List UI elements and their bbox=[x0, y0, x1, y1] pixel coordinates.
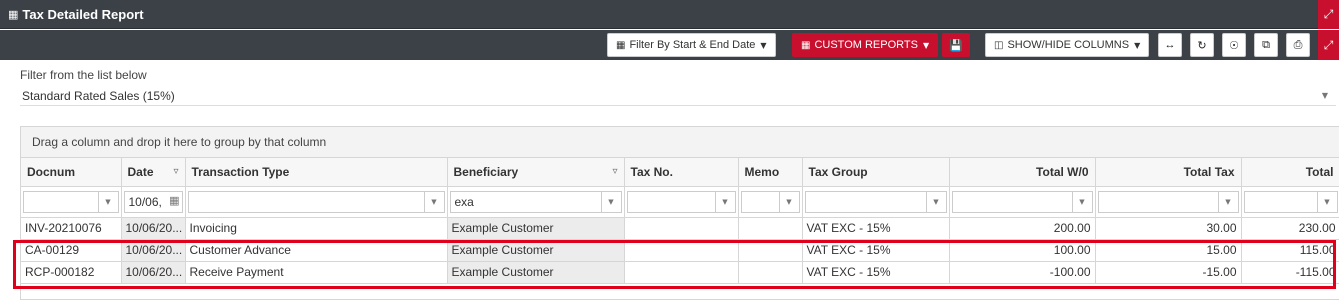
report-toolbar: ▦ Filter By Start & End Date ▼ ▦ CUSTOM … bbox=[0, 30, 1339, 60]
custom-reports-button[interactable]: ▦ CUSTOM REPORTS ▼ bbox=[792, 33, 939, 57]
total-wo-filter[interactable]: ▼ bbox=[951, 190, 1093, 213]
group-panel[interactable]: Drag a column and drop it here to group … bbox=[21, 127, 1339, 158]
column-header-tax-group[interactable]: Tax Group bbox=[802, 158, 950, 187]
column-header-total-wo[interactable]: Total W/0 bbox=[949, 158, 1096, 187]
docnum-filter[interactable]: ▼ bbox=[23, 190, 119, 213]
print-icon: ⎙ bbox=[1293, 38, 1303, 51]
chevron-down-icon: ▼ bbox=[1071, 191, 1092, 212]
filter-label: Filter from the list below bbox=[20, 68, 147, 82]
column-header-beneficiary[interactable]: Beneficiary ▿ bbox=[447, 158, 625, 187]
column-header-transaction-type[interactable]: Transaction Type bbox=[185, 158, 448, 187]
beneficiary-filter-input[interactable]: exa ▼ bbox=[449, 190, 622, 213]
chevron-down-icon: ▼ bbox=[1217, 191, 1238, 212]
show-hide-columns-button[interactable]: ◫ SHOW/HIDE COLUMNS ▼ bbox=[985, 33, 1150, 57]
calendar-icon[interactable]: ▦ bbox=[169, 194, 179, 207]
column-header-tax-no[interactable]: Tax No. bbox=[624, 158, 739, 187]
header-row: Docnum Date ▿ Transaction Type Beneficiar… bbox=[21, 158, 1339, 187]
table-row[interactable]: INV-20210076 10/06/20... Invoicing Examp… bbox=[21, 217, 1339, 240]
table-row[interactable]: RCP-000182 10/06/20... Receive Payment E… bbox=[21, 261, 1339, 284]
report-table: Docnum Date ▿ Transaction Type Beneficiar… bbox=[21, 158, 1339, 284]
memo-filter[interactable]: ▼ bbox=[740, 190, 800, 213]
chevron-down-icon: ▼ bbox=[423, 191, 444, 212]
chevron-down-icon: ▼ bbox=[1321, 91, 1328, 100]
chevron-down-icon: ▼ bbox=[600, 191, 621, 212]
fit-width-button[interactable]: ↔ bbox=[1158, 33, 1182, 57]
columns-icon: ◫ bbox=[994, 39, 1004, 51]
report-grid: Drag a column and drop it here to group … bbox=[20, 126, 1339, 300]
tax-filter-value: Standard Rated Sales (15%) bbox=[22, 88, 175, 103]
calendar-icon: ▦ bbox=[616, 39, 626, 51]
copy-icon: ⧉ bbox=[1262, 38, 1270, 51]
chevron-down-icon: ▼ bbox=[922, 40, 930, 50]
chevron-down-icon: ▼ bbox=[1134, 40, 1141, 50]
report-titlebar: ▦ Tax Detailed Report ⤢ bbox=[0, 0, 1339, 29]
column-header-total-tax[interactable]: Total Tax bbox=[1095, 158, 1242, 187]
total-tax-filter[interactable]: ▼ bbox=[1097, 190, 1239, 213]
tax-group-filter[interactable]: ▼ bbox=[804, 190, 947, 213]
total-filter[interactable]: ▼ bbox=[1243, 190, 1338, 213]
date-filter-input[interactable]: 10/06, ▦ bbox=[123, 190, 183, 213]
refresh-icon: ↻ bbox=[1197, 39, 1207, 52]
chevron-down-icon: ▼ bbox=[925, 191, 946, 212]
filter-icon[interactable]: ▿ bbox=[612, 166, 617, 177]
save-button[interactable]: 💾 bbox=[942, 33, 970, 57]
reset-button[interactable]: ☉ bbox=[1222, 33, 1246, 57]
column-header-docnum[interactable]: Docnum bbox=[21, 158, 122, 187]
reset-icon: ☉ bbox=[1229, 39, 1239, 52]
table-row[interactable]: CA-00129 10/06/20... Customer Advance Ex… bbox=[21, 239, 1339, 262]
filter-row: ▼ 10/06, ▦ ▼ exa ▼ ▼ ▼ ▼ ▼ ▼ ▼ bbox=[21, 186, 1339, 218]
chevron-down-icon: ▼ bbox=[1316, 191, 1337, 212]
tax-no-filter[interactable]: ▼ bbox=[626, 190, 736, 213]
refresh-button[interactable]: ↻ bbox=[1190, 33, 1214, 57]
chevron-down-icon: ▼ bbox=[778, 191, 799, 212]
save-icon: 💾 bbox=[949, 38, 963, 52]
grid-icon: ▦ bbox=[801, 39, 811, 51]
grid-icon: ▦ bbox=[8, 7, 19, 21]
report-title: Tax Detailed Report bbox=[22, 6, 144, 22]
expand-icon[interactable]: ⤢ bbox=[1318, 30, 1339, 60]
chevron-down-icon: ▼ bbox=[714, 191, 735, 212]
tax-filter-select[interactable]: Standard Rated Sales (15%) ▼ bbox=[20, 86, 1336, 106]
column-header-memo[interactable]: Memo bbox=[738, 158, 803, 187]
chevron-down-icon: ▼ bbox=[97, 191, 118, 212]
expand-icon[interactable]: ⤢ bbox=[1318, 0, 1339, 29]
filter-icon[interactable]: ▿ bbox=[173, 166, 178, 177]
chevron-down-icon: ▼ bbox=[760, 40, 767, 50]
date-filter-button[interactable]: ▦ Filter By Start & End Date ▼ bbox=[607, 33, 776, 57]
column-header-total[interactable]: Total bbox=[1241, 158, 1339, 187]
transaction-type-filter[interactable]: ▼ bbox=[187, 190, 445, 213]
print-button[interactable]: ⎙ bbox=[1286, 33, 1310, 57]
copy-button[interactable]: ⧉ bbox=[1254, 33, 1278, 57]
fit-width-icon: ↔ bbox=[1164, 39, 1176, 51]
column-header-date[interactable]: Date ▿ bbox=[121, 158, 186, 187]
